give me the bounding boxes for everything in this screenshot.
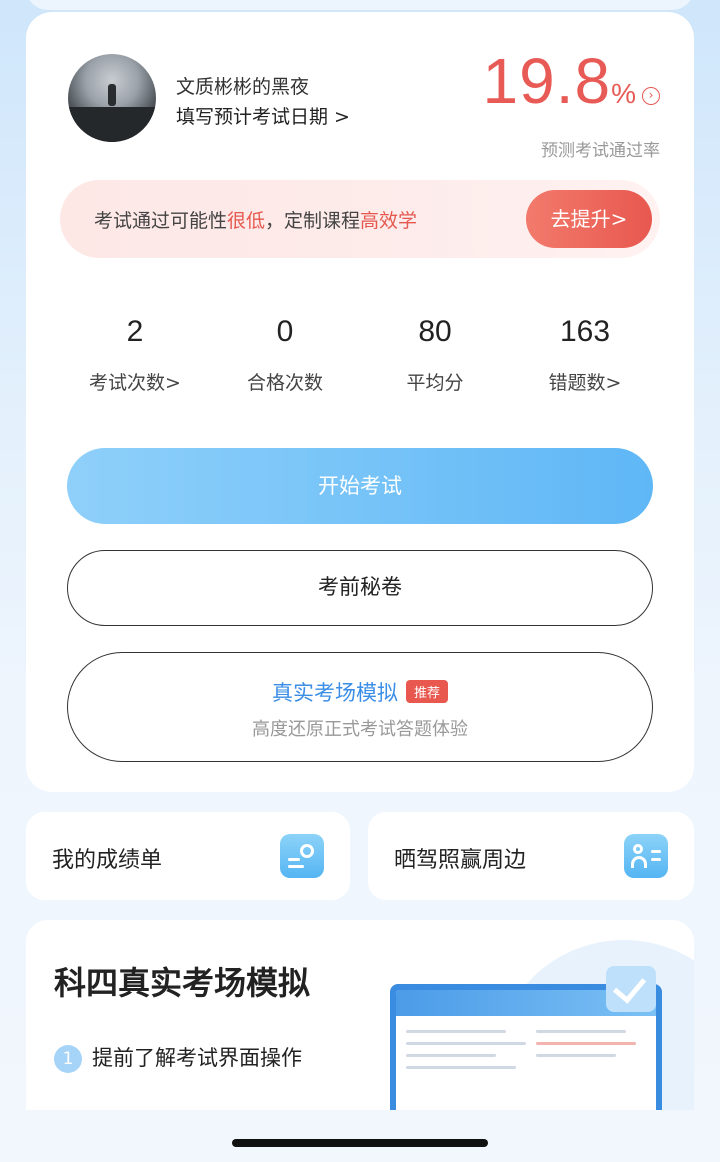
screen-line	[536, 1042, 636, 1045]
checkmark-icon	[606, 966, 656, 1012]
step-text: 提前了解考试界面操作	[92, 1046, 302, 1070]
avatar[interactable]	[68, 54, 156, 142]
exam-date-link[interactable]: 填写预计考试日期 >	[176, 102, 350, 129]
promo-banner[interactable]: 考试通过可能性很低，定制课程高效学 去提升>	[60, 180, 660, 258]
exam-summary-card: 文质彬彬的黑夜 填写预计考试日期 > 19.8% › 预测考试通过率 考试通过可能…	[26, 12, 694, 792]
stat-label: 错题数>	[548, 372, 622, 394]
promo-text: 考试通过可能性很低，定制课程高效学	[94, 206, 417, 233]
stat-value: 163	[559, 315, 611, 348]
sim-title-row: 真实考场模拟 推荐	[68, 677, 652, 707]
icon-body	[631, 856, 647, 868]
screen-line	[406, 1042, 526, 1045]
stat-value: 80	[418, 315, 452, 348]
promo-text-a: 考试通过可能性	[94, 210, 228, 232]
id-card-icon	[624, 834, 668, 878]
stat-label: 考试次数>	[89, 372, 181, 394]
stat-exam-count[interactable]: 2 考试次数>	[60, 312, 210, 395]
step-item: 1 提前了解考试界面操作	[54, 1042, 302, 1073]
improve-button[interactable]: 去提升>	[526, 190, 652, 248]
my-scores-card[interactable]: 我的成绩单	[26, 812, 350, 900]
screen-line	[406, 1066, 516, 1069]
step-number: 1	[54, 1045, 82, 1073]
icon-line	[651, 858, 661, 861]
avatar-rocks	[68, 106, 156, 142]
stat-label: 平均分	[406, 372, 464, 394]
share-license-label: 晒驾照赢周边	[394, 848, 527, 873]
screen-line	[406, 1054, 496, 1057]
real-exam-simulation-button[interactable]: 真实考场模拟 推荐 高度还原正式考试答题体验	[67, 652, 653, 762]
stats-row: 2 考试次数> 0 合格次数 80 平均分 163 错题数>	[26, 312, 694, 412]
promo-text-b: ，定制课程	[265, 210, 361, 232]
simulation-section: 科四真实考场模拟 1 提前了解考试界面操作	[26, 920, 694, 1110]
chevron-right-icon[interactable]: ›	[642, 87, 660, 105]
section-title: 科四真实考场模拟	[54, 964, 311, 1002]
top-card-edge	[26, 0, 694, 10]
pre-exam-paper-button[interactable]: 考前秘卷	[67, 550, 653, 626]
icon-line	[288, 858, 300, 861]
stat-average-score: 80 平均分	[360, 312, 510, 395]
avatar-figure	[108, 84, 116, 106]
pass-rate[interactable]: 19.8% ›	[483, 46, 660, 116]
stat-pass-count: 0 合格次数	[210, 312, 360, 395]
promo-text-low: 很低	[227, 210, 266, 232]
pass-rate-value: 19.8	[482, 45, 612, 117]
screen-line	[536, 1030, 626, 1033]
icon-head	[633, 844, 643, 854]
screen-line	[406, 1030, 506, 1033]
promo-text-efficient: 高效学	[360, 210, 418, 232]
stat-label: 合格次数	[246, 372, 323, 394]
sim-subtitle: 高度还原正式考试答题体验	[252, 719, 468, 740]
username: 文质彬彬的黑夜	[176, 76, 310, 98]
pass-rate-unit: %	[611, 78, 636, 109]
sim-title: 真实考场模拟	[271, 681, 398, 705]
recommend-badge: 推荐	[405, 680, 448, 703]
pass-rate-label: 预测考试通过率	[541, 141, 660, 161]
icon-line	[288, 865, 304, 868]
screen-line	[536, 1054, 616, 1057]
report-search-icon	[280, 834, 324, 878]
icon-magnifier	[300, 844, 314, 858]
stat-wrong-count[interactable]: 163 错题数>	[510, 312, 660, 395]
stat-value: 2	[126, 315, 144, 348]
start-exam-button[interactable]: 开始考试	[67, 448, 653, 524]
icon-line	[651, 850, 661, 853]
stat-value: 0	[276, 315, 294, 348]
share-license-card[interactable]: 晒驾照赢周边	[368, 812, 694, 900]
my-scores-label: 我的成绩单	[52, 848, 163, 873]
home-indicator[interactable]	[232, 1139, 488, 1147]
